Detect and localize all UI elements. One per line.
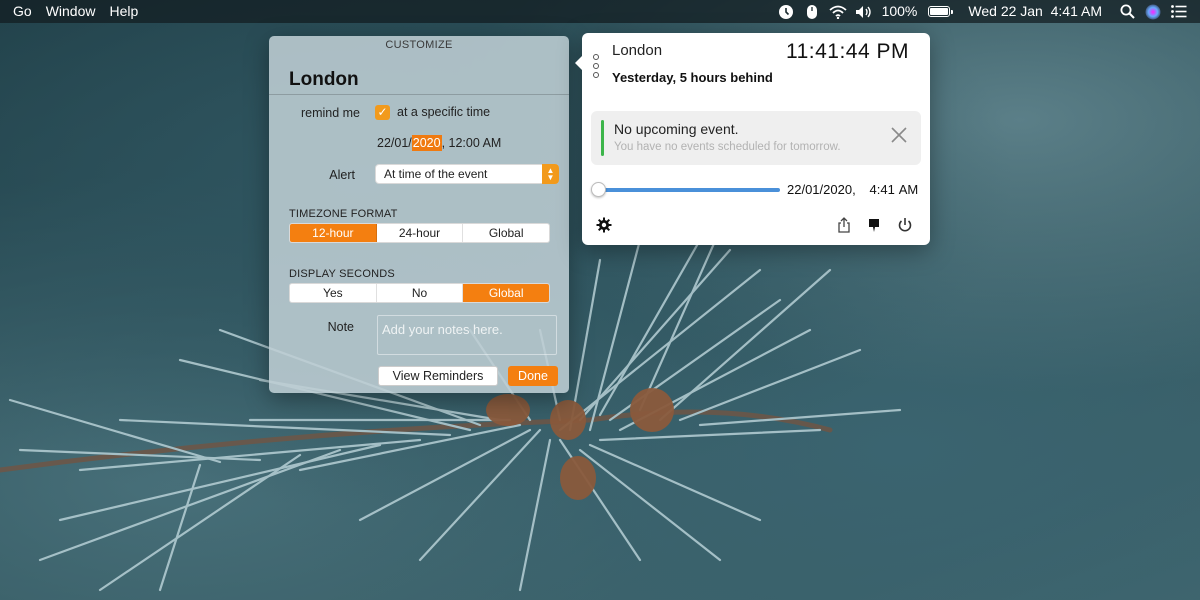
search-icon[interactable] bbox=[1114, 0, 1140, 23]
clock-city: London bbox=[612, 42, 663, 59]
timezone-option-24-hour[interactable]: 24-hour bbox=[377, 224, 464, 242]
pin-icon[interactable] bbox=[866, 217, 882, 233]
app-menus: Go Window Help bbox=[0, 0, 145, 23]
date-year-field[interactable]: 2020 bbox=[411, 135, 442, 151]
alert-select-value: At time of the event bbox=[384, 167, 488, 181]
clock-time: 11:41:44 PM bbox=[785, 40, 909, 63]
share-icon[interactable] bbox=[836, 217, 852, 233]
timezone-option-12-hour[interactable]: 12-hour bbox=[290, 224, 377, 242]
date-time-field[interactable]: , 12:00 AM bbox=[442, 136, 502, 150]
clock-icon[interactable] bbox=[773, 0, 799, 23]
timezone-option-global[interactable]: Global bbox=[463, 224, 549, 242]
display-seconds-segmented: Yes No Global bbox=[289, 283, 550, 303]
remind-option-label[interactable]: at a specific time bbox=[397, 105, 490, 119]
date-day-month[interactable]: 22/01/ bbox=[377, 136, 412, 150]
event-subtitle: You have no events scheduled for tomorro… bbox=[614, 141, 841, 153]
remind-checkbox[interactable]: ✓ bbox=[375, 105, 390, 120]
list-icon[interactable] bbox=[1166, 0, 1192, 23]
chevron-updown-icon: ▲ ▼ bbox=[542, 164, 559, 184]
customize-title: CUSTOMIZE bbox=[385, 39, 453, 51]
event-title: No upcoming event. bbox=[614, 121, 739, 137]
time-slider-handle[interactable] bbox=[591, 182, 606, 197]
customize-city: London bbox=[289, 69, 359, 90]
timezone-format-heading: TIMEZONE FORMAT bbox=[289, 208, 398, 220]
popover-arrow bbox=[575, 55, 583, 71]
menubar-clock[interactable]: Wed 22 Jan 4:41 AM bbox=[954, 0, 1114, 23]
timezone-format-segmented: 12-hour 24-hour Global bbox=[289, 223, 550, 243]
time-slider-track[interactable] bbox=[598, 188, 780, 192]
clock-offset: Yesterday, 5 hours behind bbox=[612, 70, 773, 85]
divider bbox=[269, 94, 569, 95]
menubar: Go Window Help 100% Wed 22 Jan 4:41 AM bbox=[0, 0, 1200, 23]
battery-percent: 100% bbox=[881, 3, 918, 19]
note-label: Note bbox=[327, 320, 354, 334]
time-slider-label: 22/01/2020, 4:41 AM bbox=[787, 182, 919, 197]
display-seconds-heading: DISPLAY SECONDS bbox=[289, 268, 395, 280]
drag-handle-icon[interactable] bbox=[593, 54, 599, 78]
mouse-icon[interactable] bbox=[799, 0, 825, 23]
note-input[interactable]: Add your notes here. bbox=[377, 315, 557, 355]
remind-label: remind me bbox=[300, 106, 360, 120]
power-icon[interactable] bbox=[897, 217, 913, 233]
gear-icon[interactable] bbox=[596, 217, 612, 233]
status-area: 100% Wed 22 Jan 4:41 AM bbox=[773, 0, 1200, 23]
clock-popover: London 11:41:44 PM Yesterday, 5 hours be… bbox=[575, 33, 930, 245]
close-icon[interactable] bbox=[889, 125, 909, 145]
view-reminders-button[interactable]: View Reminders bbox=[378, 366, 498, 386]
event-accent-bar bbox=[601, 120, 604, 156]
menu-go[interactable]: Go bbox=[6, 0, 39, 23]
menu-help[interactable]: Help bbox=[102, 0, 145, 23]
customize-panel: CUSTOMIZE London remind me ✓ at a specif… bbox=[269, 36, 569, 393]
upcoming-event-card: No upcoming event. You have no events sc… bbox=[591, 111, 921, 165]
reminder-date[interactable]: 22/01/2020, 12:00 AM bbox=[377, 135, 502, 151]
seconds-option-global[interactable]: Global bbox=[463, 284, 549, 302]
alert-select[interactable]: At time of the event ▲ ▼ bbox=[375, 164, 559, 184]
seconds-option-no[interactable]: No bbox=[377, 284, 464, 302]
volume-icon[interactable] bbox=[851, 0, 877, 23]
alert-label: Alert bbox=[329, 168, 355, 182]
siri-icon[interactable] bbox=[1140, 0, 1166, 23]
done-button[interactable]: Done bbox=[508, 366, 558, 386]
battery-icon[interactable] bbox=[922, 0, 954, 23]
wifi-icon[interactable] bbox=[825, 0, 851, 23]
seconds-option-yes[interactable]: Yes bbox=[290, 284, 377, 302]
menu-window[interactable]: Window bbox=[39, 0, 103, 23]
